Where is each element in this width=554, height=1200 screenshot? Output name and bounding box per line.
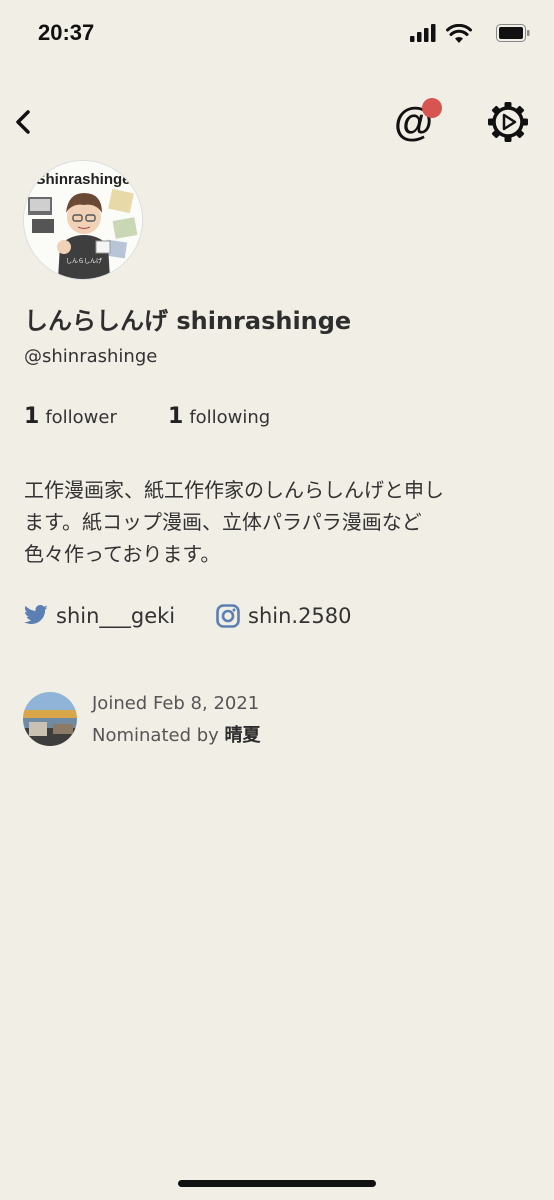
status-bar: 20:37	[0, 0, 554, 64]
followers-link[interactable]: 1 follower	[24, 404, 117, 429]
gear-icon	[488, 102, 528, 142]
chevron-left-icon	[16, 110, 30, 134]
followers-count: 1	[24, 404, 40, 429]
nominator-name[interactable]: 晴夏	[225, 725, 261, 746]
nominated-prefix: Nominated by	[92, 725, 219, 746]
nav-bar: @	[0, 92, 554, 152]
settings-button[interactable]	[486, 100, 530, 144]
avatar-shirt-text: しんらしんげ	[66, 257, 102, 265]
bio-line: 色々作っております。	[24, 542, 221, 566]
twitter-icon	[24, 605, 48, 624]
nominator-avatar-image	[23, 692, 77, 746]
joined-date: Joined Feb 8, 2021	[92, 693, 260, 714]
mentions-button[interactable]: @	[388, 96, 448, 150]
back-button[interactable]	[6, 100, 42, 144]
profile-name: しんらしんげ shinrashinge	[24, 307, 352, 335]
bio-line: 工作漫画家、紙工作作家のしんらしんげと申し	[24, 478, 444, 502]
profile-bio: 工作漫画家、紙工作作家のしんらしんげと申し ます。紙コップ漫画、立体パラパラ漫画…	[24, 474, 524, 570]
nominated-by: Nominated by 晴夏	[92, 721, 261, 747]
cellular-signal-icon	[410, 24, 436, 42]
status-time: 20:37	[38, 20, 95, 45]
bio-line: ます。紙コップ漫画、立体パラパラ漫画など	[24, 510, 422, 534]
wifi-icon	[446, 24, 472, 43]
followers-label: follower	[45, 407, 117, 428]
profile-handle: @shinrashinge	[24, 346, 158, 367]
instagram-handle: shin.2580	[248, 604, 352, 628]
following-count: 1	[168, 404, 184, 429]
instagram-icon	[216, 604, 240, 628]
twitter-handle: shin___geki	[56, 604, 176, 628]
home-indicator	[178, 1180, 376, 1187]
avatar-logo-text: Shinrashinge	[35, 171, 131, 188]
profile-avatar[interactable]: しんらしんげ Shinrashinge	[23, 160, 143, 280]
following-label: following	[189, 407, 271, 428]
battery-icon	[496, 24, 530, 42]
notification-dot	[422, 98, 442, 118]
nominator-avatar[interactable]	[23, 692, 77, 746]
following-link[interactable]: 1 following	[168, 404, 270, 429]
